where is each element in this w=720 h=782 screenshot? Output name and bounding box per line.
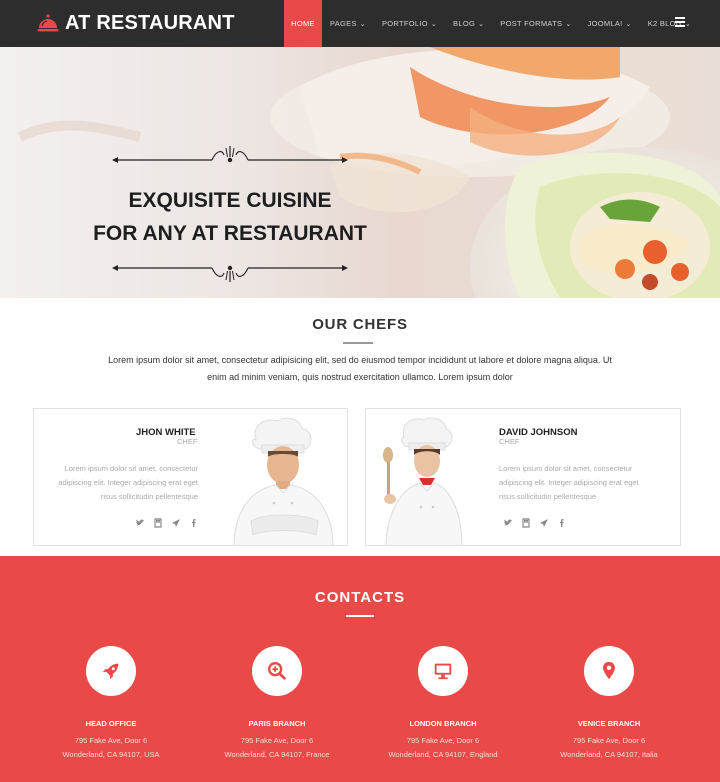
menu-item-pages[interactable]: PAGES ⌄ [322, 0, 374, 47]
branch-address: 795 Fake Ave, Door 6 Wonderland, CA 9410… [363, 734, 523, 762]
chevron-down-icon: ⌄ [478, 20, 485, 28]
intro-line: Lorem ipsum dolor sit amet, consectetur … [108, 355, 612, 365]
branch-name: HEAD OFFICE [85, 719, 137, 728]
address-line: 795 Fake Ave, Door 6 [406, 736, 480, 745]
site-logo[interactable]: AT RESTAURANT [36, 8, 235, 38]
bio-line: Lorem ipsum dolor sit amet, consectetur [499, 464, 633, 473]
address-line: Wonderland, CA 94107, England [388, 750, 498, 759]
chef-social-links [135, 515, 199, 528]
section-title-contacts: CONTACTS [314, 589, 406, 606]
bottom-ornament-icon [112, 265, 348, 282]
address-line: Wonderland, CA 94107, USA [62, 750, 160, 759]
chef-photo-jhon-white [233, 417, 334, 545]
menu-item-post-formats[interactable]: POST FORMATS ⌄ [492, 0, 579, 47]
bio-line: adipiscing elit. Integer adipiscing erat… [58, 478, 198, 487]
branch-name: PARIS BRANCH [248, 719, 306, 728]
address-line: 795 Fake Ave, Door 6 [74, 736, 148, 745]
chevron-down-icon: ⌄ [565, 20, 572, 28]
address-line: Wonderland, CA 94107, Italia [560, 750, 658, 759]
branch-icon-circle[interactable] [584, 646, 634, 696]
bio-line: risus sollicitudin pellentesque [100, 492, 198, 501]
search-plus-icon [268, 662, 286, 680]
branch-icon-circle[interactable] [86, 646, 136, 696]
facebook-icon[interactable] [557, 515, 567, 527]
branch-icon-circle[interactable] [418, 646, 468, 696]
branch-address: 795 Fake Ave, Door 6 Wonderland, CA 9410… [31, 734, 191, 762]
chef-social-links [503, 515, 567, 528]
intro-line: enim ad minim veniam, quis nostrud exerc… [207, 372, 513, 382]
title-divider [343, 342, 373, 344]
twitter-icon[interactable] [503, 515, 513, 526]
map-pin-icon [603, 661, 615, 680]
book-icon[interactable] [153, 515, 163, 528]
hamburger-menu-icon[interactable] [675, 17, 685, 27]
chevron-down-icon: ⌄ [625, 20, 632, 28]
top-ornament-icon [112, 146, 348, 163]
menu-item-label: HOME [291, 19, 315, 28]
twitter-icon[interactable] [135, 515, 145, 526]
chef-bio: Lorem ipsum dolor sit amet, consectetur … [48, 462, 198, 504]
top-navbar: AT RESTAURANT HOME PAGES ⌄ PORTFOLIO ⌄ BLO… [0, 0, 720, 47]
menu-item-label: PAGES [330, 19, 357, 28]
branch-address: 795 Fake Ave, Door 6 Wonderland, CA 9410… [529, 734, 689, 762]
branch-name: VENICE BRANCH [577, 719, 641, 728]
chevron-down-icon: ⌄ [684, 20, 692, 28]
address-line: Wonderland, CA 94107, France [224, 750, 330, 759]
spring-rolls-image [17, 47, 720, 298]
chevron-down-icon: ⌄ [430, 20, 438, 28]
menu-item-label: PORTFOLIO [381, 19, 428, 28]
hero-banner: EXQUISITE CUISINE FOR ANY AT RESTAURANT [0, 47, 720, 298]
chef-role: CHEF [177, 437, 198, 446]
hero-title-line1: EXQUISITE CUISINE [128, 189, 332, 212]
branch-name: LONDON BRANCH [409, 719, 477, 728]
send-icon[interactable] [171, 515, 181, 527]
menu-item-home[interactable]: HOME [284, 0, 322, 47]
chevron-down-icon: ⌄ [359, 20, 366, 28]
chef-card-david-johnson: DAVID JOHNSON CHEF Lorem ipsum dolor sit… [365, 408, 681, 546]
branch-address: 795 Fake Ave, Door 6 Wonderland, CA 9410… [197, 734, 357, 762]
chef-card-jhon-white: JHON WHITE CHEF Lorem ipsum dolor sit am… [33, 408, 348, 546]
facebook-icon[interactable] [189, 515, 199, 527]
menu-item-label: JOOMLA! [587, 19, 623, 28]
main-menu: HOME PAGES ⌄ PORTFOLIO ⌄ BLOG ⌄ POST FORMAT… [284, 0, 699, 47]
chef-role: CHEF [499, 437, 520, 446]
menu-item-joomla[interactable]: JOOMLA! ⌄ [580, 0, 640, 47]
book-icon[interactable] [521, 515, 531, 528]
branch-venice: VENICE BRANCH 795 Fake Ave, Door 6 Wonde… [529, 646, 689, 762]
logo-text: AT RESTAURANT [65, 11, 235, 34]
menu-item-label: BLOG [453, 19, 476, 28]
chefs-intro-text: Lorem ipsum dolor sit amet, consectetur … [100, 352, 620, 386]
chef-photo-david-johnson [383, 417, 463, 545]
menu-item-portfolio[interactable]: PORTFOLIO ⌄ [374, 0, 445, 47]
title-divider [346, 615, 374, 617]
section-title-our-chefs: OUR CHEFS [312, 316, 408, 333]
hero-title-line2: FOR ANY AT RESTAURANT [93, 222, 367, 245]
address-line: 795 Fake Ave, Door 6 [240, 736, 314, 745]
cloche-icon [37, 14, 59, 32]
chef-bio: Lorem ipsum dolor sit amet, consectetur … [499, 462, 669, 504]
branch-london: LONDON BRANCH 795 Fake Ave, Door 6 Wonde… [363, 646, 523, 762]
branch-paris: PARIS BRANCH 795 Fake Ave, Door 6 Wonder… [197, 646, 357, 762]
contacts-section: CONTACTS HEAD OFFICE 795 Fake Ave, Door … [0, 556, 720, 782]
branch-icon-circle[interactable] [252, 646, 302, 696]
menu-item-k2-blog[interactable]: K2 BLOG ⌄ [640, 0, 699, 47]
send-icon[interactable] [539, 515, 549, 527]
bio-line: adipiscing elit. Integer adipiscing erat… [499, 478, 639, 487]
branch-head-office: HEAD OFFICE 795 Fake Ave, Door 6 Wonderl… [31, 646, 191, 762]
menu-item-label: POST FORMATS [500, 19, 563, 28]
monitor-icon [434, 663, 452, 680]
bio-line: risus sollicitudin pellentesque [499, 492, 597, 501]
address-line: 795 Fake Ave, Door 6 [572, 736, 646, 745]
menu-item-blog[interactable]: BLOG ⌄ [445, 0, 492, 47]
bio-line: Lorem ipsum dolor sit amet, consectetur [64, 464, 198, 473]
rocket-icon [102, 663, 119, 680]
